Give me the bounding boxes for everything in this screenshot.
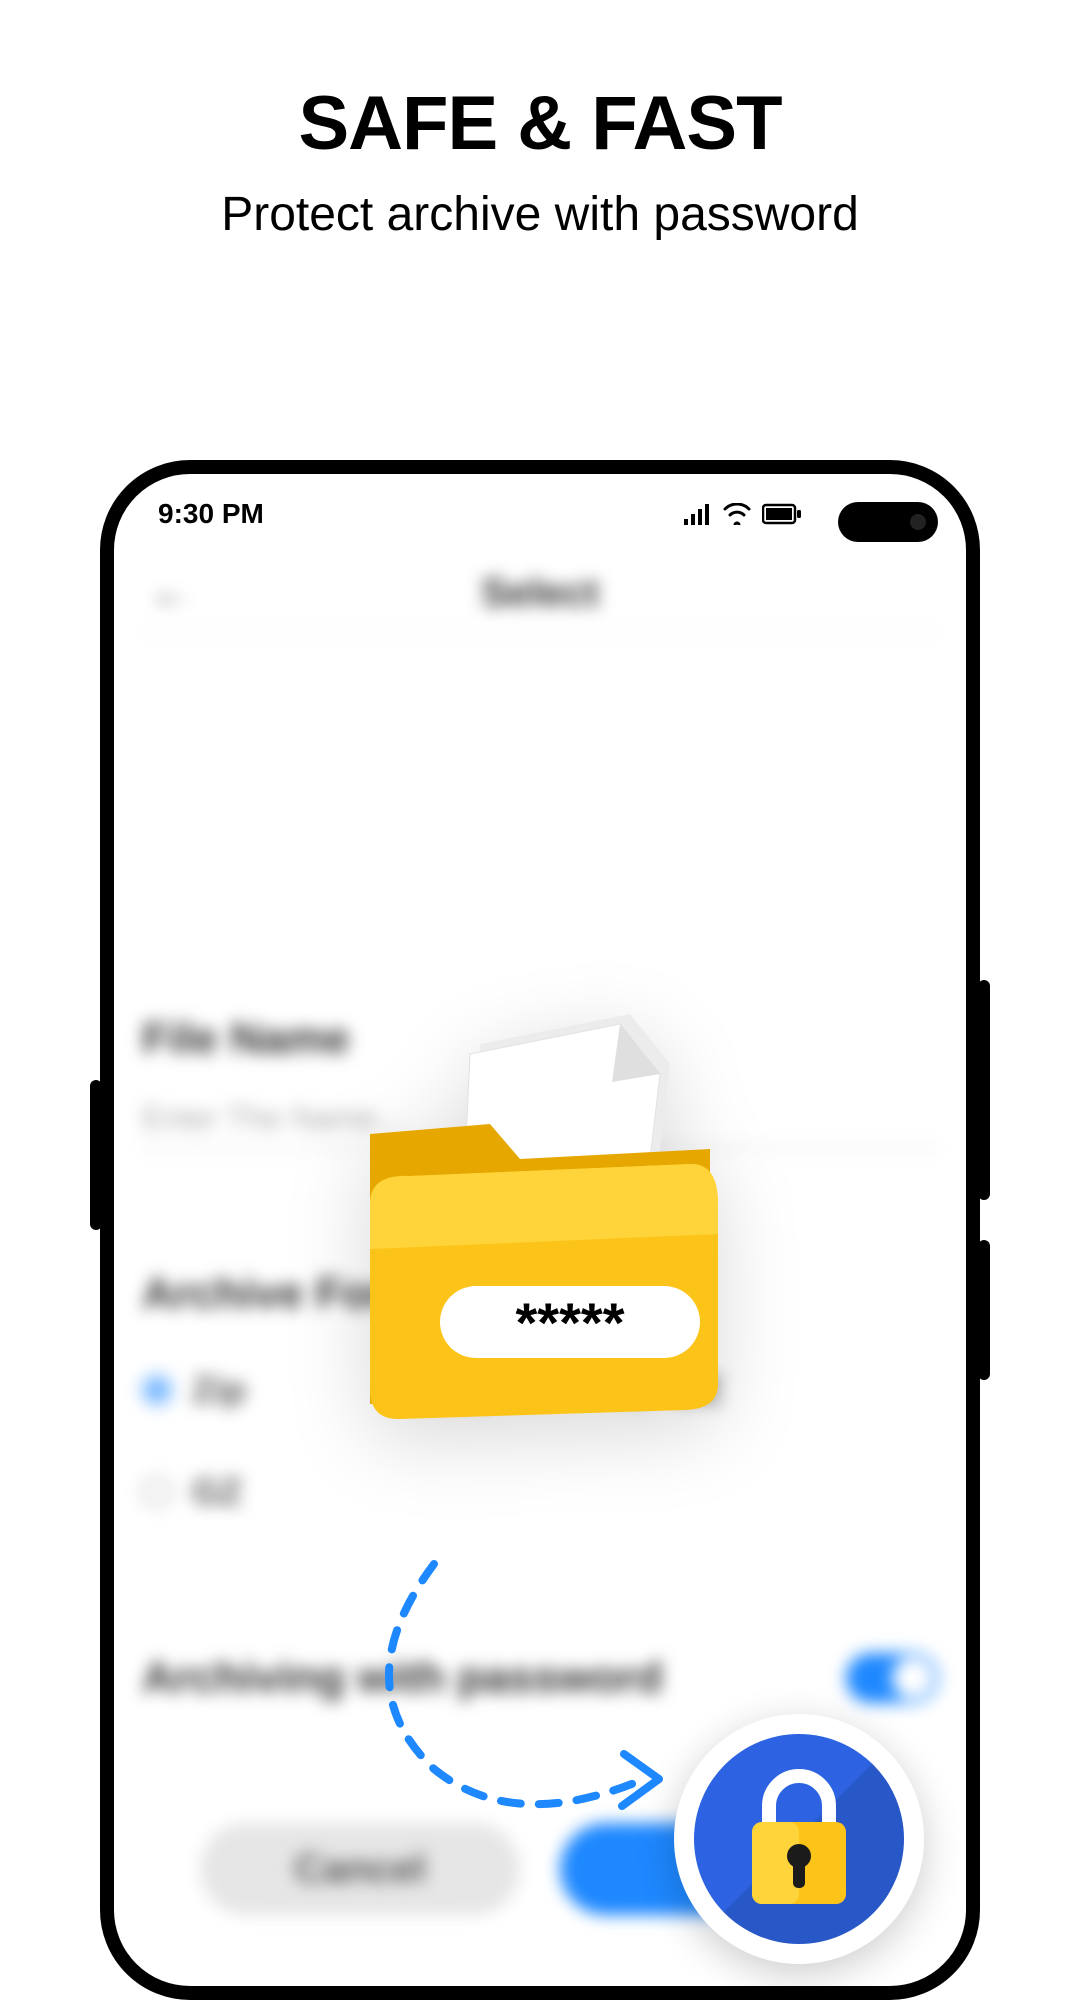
password-mask-text: *****	[516, 1291, 625, 1354]
radio-label: GZ	[192, 1471, 242, 1513]
phone-camera-pill	[838, 502, 938, 542]
cancel-button[interactable]: Cancel	[200, 1823, 520, 1915]
radio-label: Zip	[192, 1369, 246, 1411]
password-toggle[interactable]	[846, 1653, 938, 1703]
promo-title: SAFE & FAST	[0, 80, 1080, 167]
status-icons	[684, 503, 802, 525]
phone-camera-dot	[910, 514, 926, 530]
status-bar: 9:30 PM	[114, 474, 966, 554]
battery-icon	[762, 503, 802, 525]
app-header-title: Select	[481, 571, 599, 616]
lock-icon	[734, 1764, 864, 1914]
phone-side-button-power	[978, 1240, 990, 1380]
phone-side-button-left	[90, 1080, 102, 1230]
radio-gz-2[interactable]: GZ	[142, 1471, 322, 1513]
lock-badge-inner	[694, 1734, 904, 1944]
app-header: ← Select	[142, 554, 938, 634]
radio-dot-icon	[142, 1375, 172, 1405]
status-time: 9:30 PM	[158, 498, 264, 530]
radio-zip[interactable]: Zip	[142, 1369, 322, 1411]
lock-badge	[674, 1714, 924, 1964]
back-icon[interactable]: ←	[150, 571, 190, 616]
arrow-illustration	[314, 1554, 694, 1834]
folder-password-illustration: *****	[340, 1004, 740, 1429]
wifi-icon	[722, 503, 752, 525]
cellular-icon	[684, 503, 712, 525]
phone-side-button-volume	[978, 980, 990, 1200]
radio-dot-icon	[142, 1477, 172, 1507]
promo-subtitle: Protect archive with password	[0, 187, 1080, 242]
phone-frame: 9:30 PM ← Select File Name Enter The Nam…	[100, 460, 980, 2000]
